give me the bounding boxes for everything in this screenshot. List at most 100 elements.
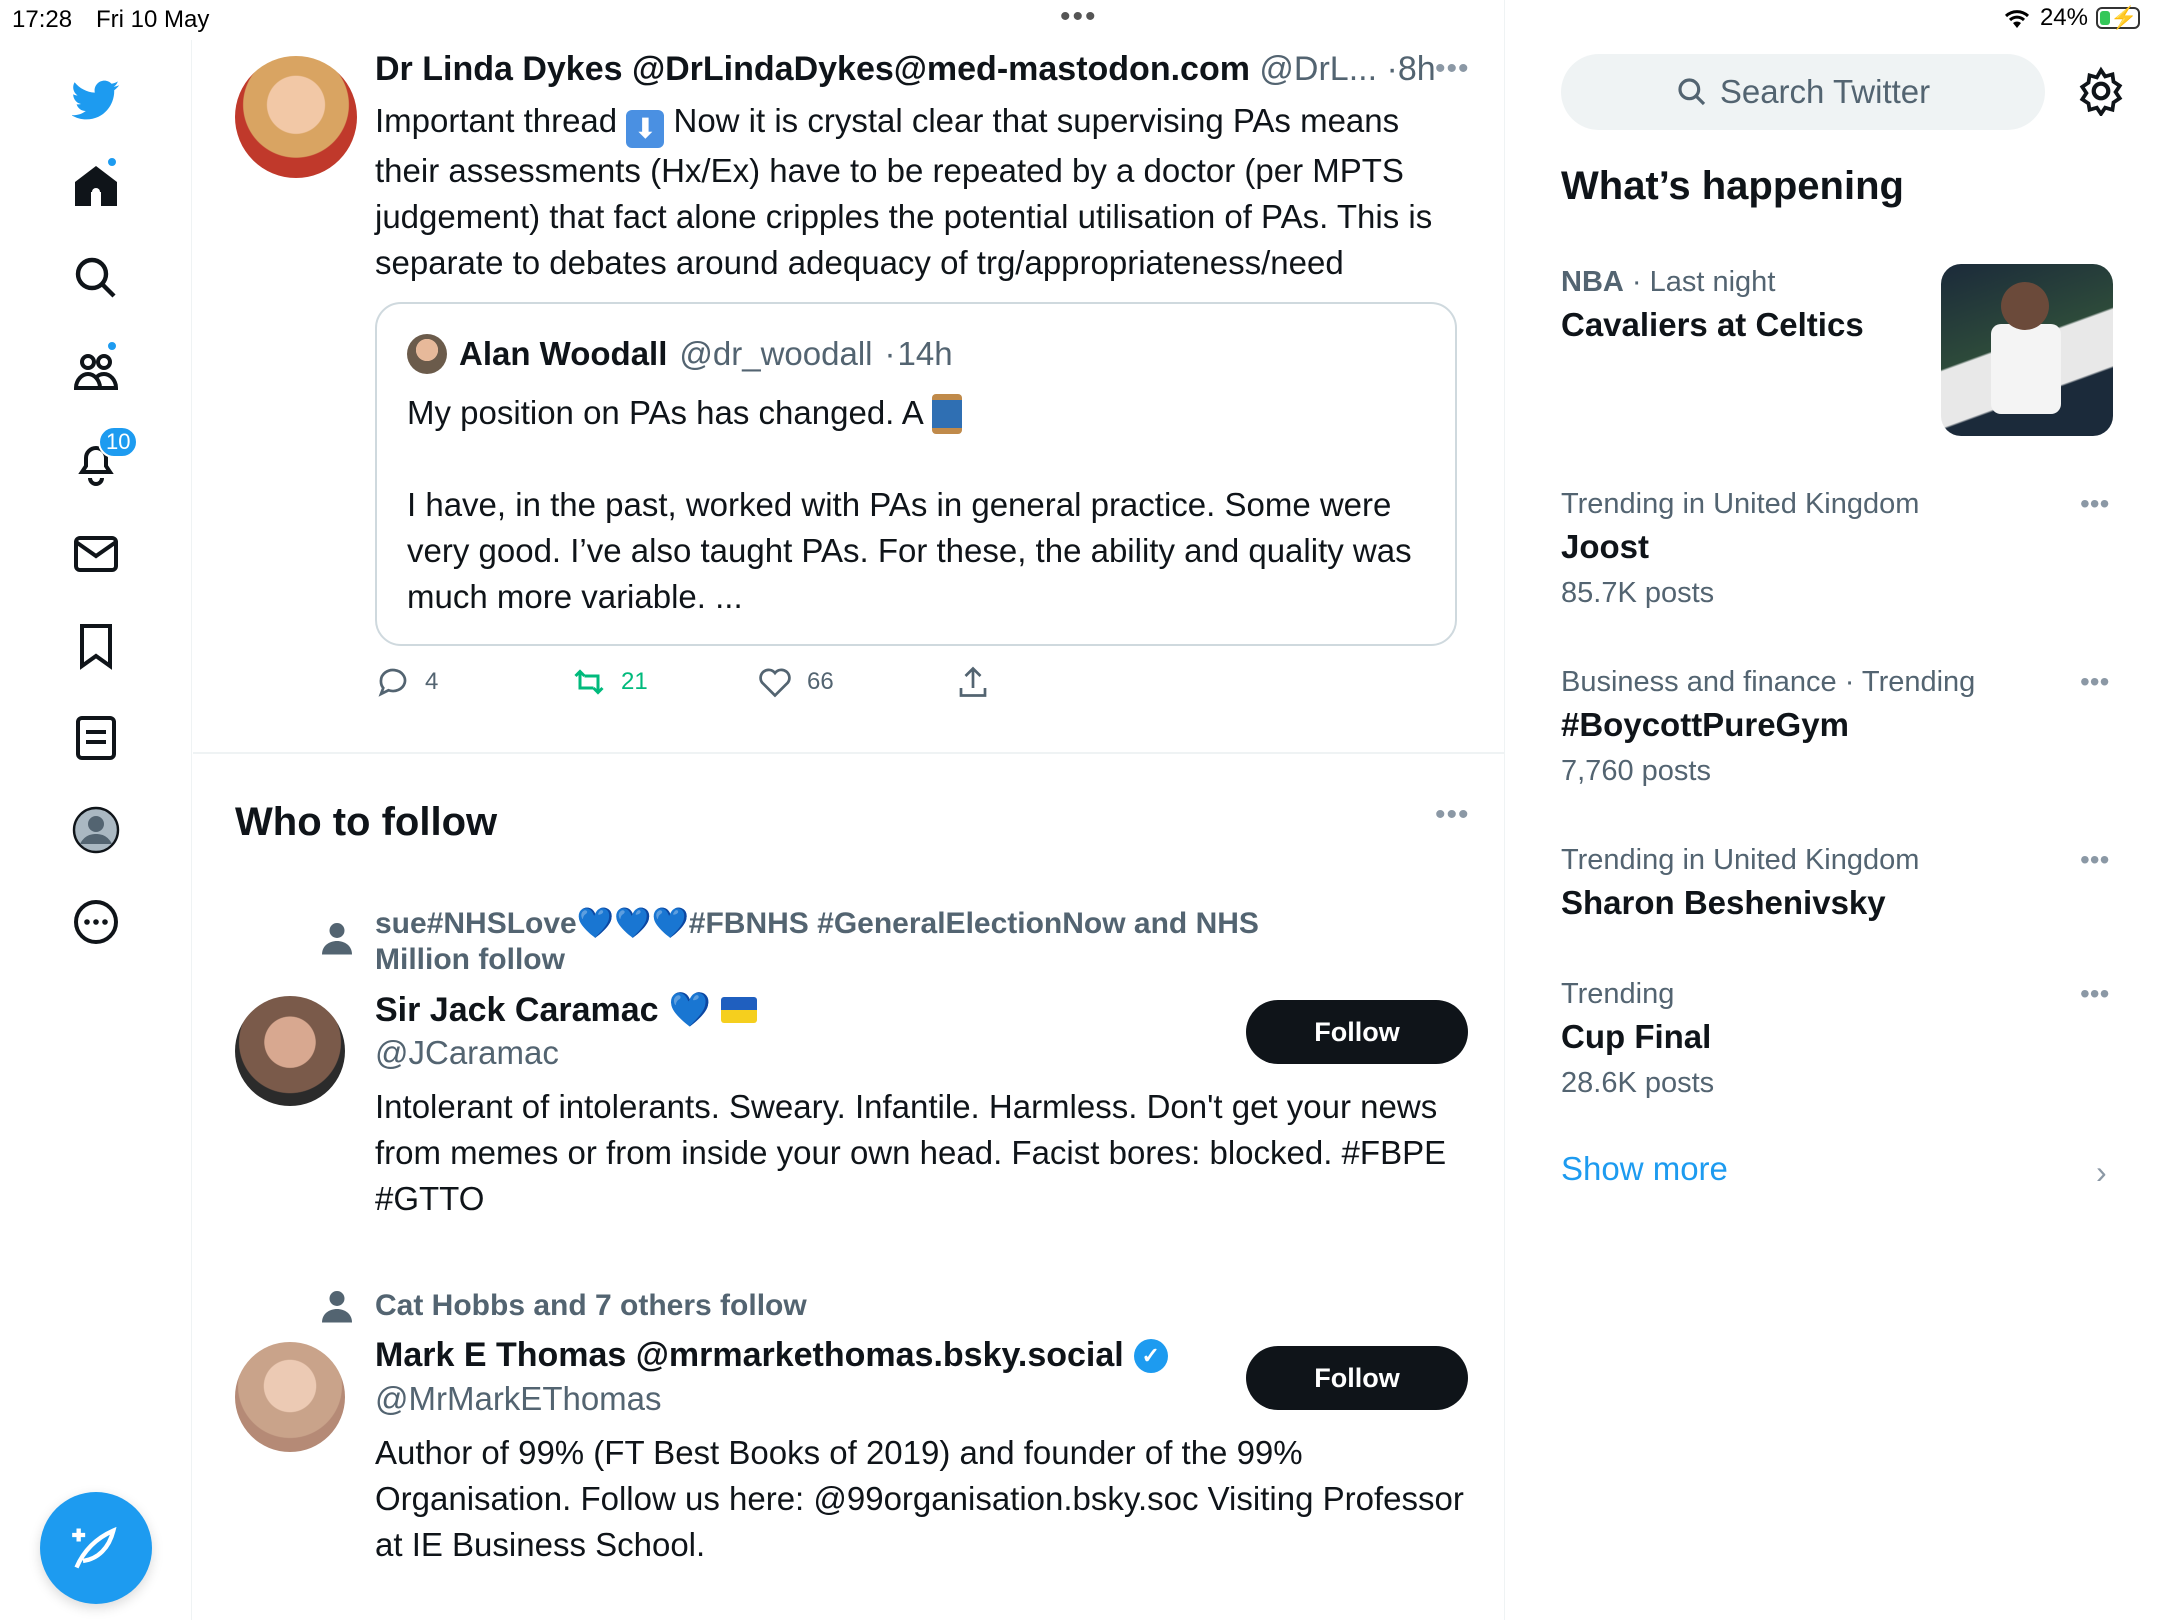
tweet-header: Dr Linda Dykes @DrLindaDykes@med-mastodo…: [375, 50, 1436, 89]
down-arrow-emoji-icon: ⬇: [626, 110, 665, 148]
notifications-bell-icon[interactable]: 10: [60, 426, 139, 498]
trend-topic: #BoycottPureGym: [1561, 706, 1849, 743]
tweet-author-avatar[interactable]: [235, 56, 357, 178]
section-divider: [193, 752, 1505, 754]
trend-topic: Cup Final: [1561, 1018, 1712, 1055]
trend-count: 28.6K posts: [1561, 1067, 1715, 1099]
quoted-dot-separator: ·: [884, 335, 896, 372]
tweet-text-part1: Important thread: [375, 102, 627, 139]
user-name-row: Mark E Thomas @mrmarkethomas.bsky.social…: [375, 1336, 1168, 1375]
quoted-author-name: Alan Woodall: [459, 335, 668, 372]
verified-badge-icon: ✓: [1133, 1338, 1168, 1373]
chevron-right-icon[interactable]: ›: [2096, 1154, 2107, 1191]
follow-context: sue#NHSLove💙💙💙#FBNHS #GeneralElectionNow…: [375, 907, 1259, 976]
quoted-author-avatar: [407, 334, 447, 374]
trend-context: Trending in United Kingdom: [1561, 844, 1920, 876]
tweet-author-name[interactable]: Dr Linda Dykes @DrLindaDykes@med-mastodo…: [375, 50, 1250, 88]
retweet-icon: [574, 669, 604, 695]
retweet-count: 21: [621, 668, 648, 695]
trend-topic: Sharon Beshenivsky: [1561, 884, 1886, 921]
status-time: 17:28: [12, 6, 73, 33]
lists-icon[interactable]: [60, 702, 132, 774]
right-sidebar: Search Twitter What’s happening NBA · La…: [1506, 0, 2160, 1620]
trend-topic: Joost: [1561, 528, 1650, 565]
trend-more-icon[interactable]: •••: [2080, 488, 2109, 520]
search-input[interactable]: Search Twitter: [1561, 54, 2045, 130]
like-count: 66: [807, 668, 834, 695]
trend-item[interactable]: Trending in United Kingdom Joost 85.7K p…: [1561, 484, 2121, 616]
trend-item[interactable]: Trending in United Kingdom Sharon Beshen…: [1561, 840, 2121, 926]
whats-happening-title: What’s happening: [1561, 164, 1904, 208]
tweet-time[interactable]: 8h: [1398, 50, 1436, 88]
quoted-tweet-header: Alan Woodall @dr_woodall · 14h: [407, 334, 953, 374]
user-avatar-mrmarkethomas[interactable]: [235, 1342, 345, 1452]
user-bio: Intolerant of intolerants. Sweary. Infan…: [375, 1088, 1447, 1217]
like-button[interactable]: 66: [757, 664, 834, 700]
settings-gear-icon[interactable]: [2076, 66, 2126, 116]
quoted-author-handle: @dr_woodall: [679, 335, 873, 372]
communities-new-dot: [106, 340, 118, 352]
retweet-button[interactable]: 21: [571, 664, 648, 700]
tweet-actions: 4 21 66: [375, 664, 1275, 710]
who-to-follow-title: Who to follow: [235, 800, 498, 844]
quoted-text-line1: My position on PAs has changed. A: [407, 394, 924, 431]
twitter-logo-icon[interactable]: [60, 64, 132, 136]
quoted-text: My position on PAs has changed. A I have…: [407, 390, 1437, 620]
quoted-tweet[interactable]: Alan Woodall @dr_woodall · 14h My positio…: [375, 302, 1457, 646]
user-handle[interactable]: @MrMarkEThomas: [375, 1380, 662, 1418]
user-handle[interactable]: @JCaramac: [375, 1034, 559, 1072]
trend-more-icon[interactable]: •••: [2080, 666, 2109, 698]
reply-button[interactable]: 4: [375, 664, 438, 700]
trend-count: 85.7K posts: [1561, 577, 1715, 609]
bookmarks-icon[interactable]: [60, 610, 132, 682]
trend-more-icon[interactable]: •••: [2080, 844, 2109, 876]
tweet-text: Important thread ⬇ Now it is crystal cle…: [375, 98, 1455, 286]
like-heart-icon: [759, 668, 791, 698]
follow-button[interactable]: Follow: [1246, 1346, 1468, 1410]
trend-count: 7,760 posts: [1561, 755, 1711, 787]
user-bio: Author of 99% (FT Best Books of 2019) an…: [375, 1434, 1464, 1563]
tweet-more-icon[interactable]: •••: [1435, 52, 1470, 86]
who-to-follow-more-icon[interactable]: •••: [1435, 798, 1470, 832]
user-name-row: Sir Jack Caramac 💙: [375, 990, 757, 1030]
trend-thumbnail-image[interactable]: [1941, 264, 2113, 436]
follow-context: Cat Hobbs and 7 others follow: [375, 1289, 807, 1322]
share-icon: [959, 666, 987, 697]
blue-heart-emoji-icon: 💙: [668, 991, 711, 1029]
search-icon: [1678, 78, 1705, 106]
profile-icon[interactable]: [60, 794, 132, 866]
show-more-link[interactable]: Show more: [1561, 1150, 1728, 1188]
trend-context: Trending in United Kingdom: [1561, 488, 1920, 520]
home-icon[interactable]: [60, 150, 132, 222]
thread-spool-emoji-icon: [931, 394, 962, 434]
trend-item[interactable]: Business and finance · Trending #Boycott…: [1561, 662, 2121, 794]
user-name[interactable]: Mark E Thomas @mrmarkethomas.bsky.social: [375, 1336, 1124, 1375]
more-options-icon[interactable]: [60, 886, 132, 958]
communities-icon[interactable]: [60, 334, 132, 406]
trend-item[interactable]: Trending Cup Final 28.6K posts: [1561, 974, 2121, 1106]
compose-tweet-button[interactable]: [40, 1492, 152, 1604]
tweet-author-handle[interactable]: @DrL...: [1259, 50, 1377, 88]
person-icon: [322, 1291, 352, 1323]
compose-feather-icon: [72, 1526, 117, 1569]
search-placeholder: Search Twitter: [1719, 73, 1931, 110]
trend-more-icon[interactable]: •••: [2080, 978, 2109, 1010]
trend-context-text: · Last night: [1623, 266, 1776, 298]
left-nav: 10: [0, 40, 192, 1620]
main-timeline: Dr Linda Dykes @DrLindaDykes@med-mastodo…: [193, 0, 1505, 1620]
reply-count: 4: [425, 668, 439, 695]
tweet-dot-separator: ·: [1386, 50, 1398, 88]
reply-icon: [378, 668, 407, 697]
messages-icon[interactable]: [60, 518, 132, 590]
user-avatar-jcaramac[interactable]: [235, 996, 345, 1106]
user-name[interactable]: Sir Jack Caramac: [375, 991, 659, 1030]
share-button[interactable]: [955, 664, 991, 700]
trend-category: NBA: [1561, 266, 1624, 298]
search-icon[interactable]: [60, 242, 132, 314]
follow-button[interactable]: Follow: [1246, 1000, 1468, 1064]
trend-context: Trending: [1561, 978, 1675, 1010]
trend-context: Business and finance · Trending: [1561, 666, 1976, 698]
person-icon: [322, 923, 352, 955]
ukraine-flag-emoji-icon: [720, 997, 757, 1023]
quoted-text-body: I have, in the past, worked with PAs in …: [407, 486, 1412, 615]
